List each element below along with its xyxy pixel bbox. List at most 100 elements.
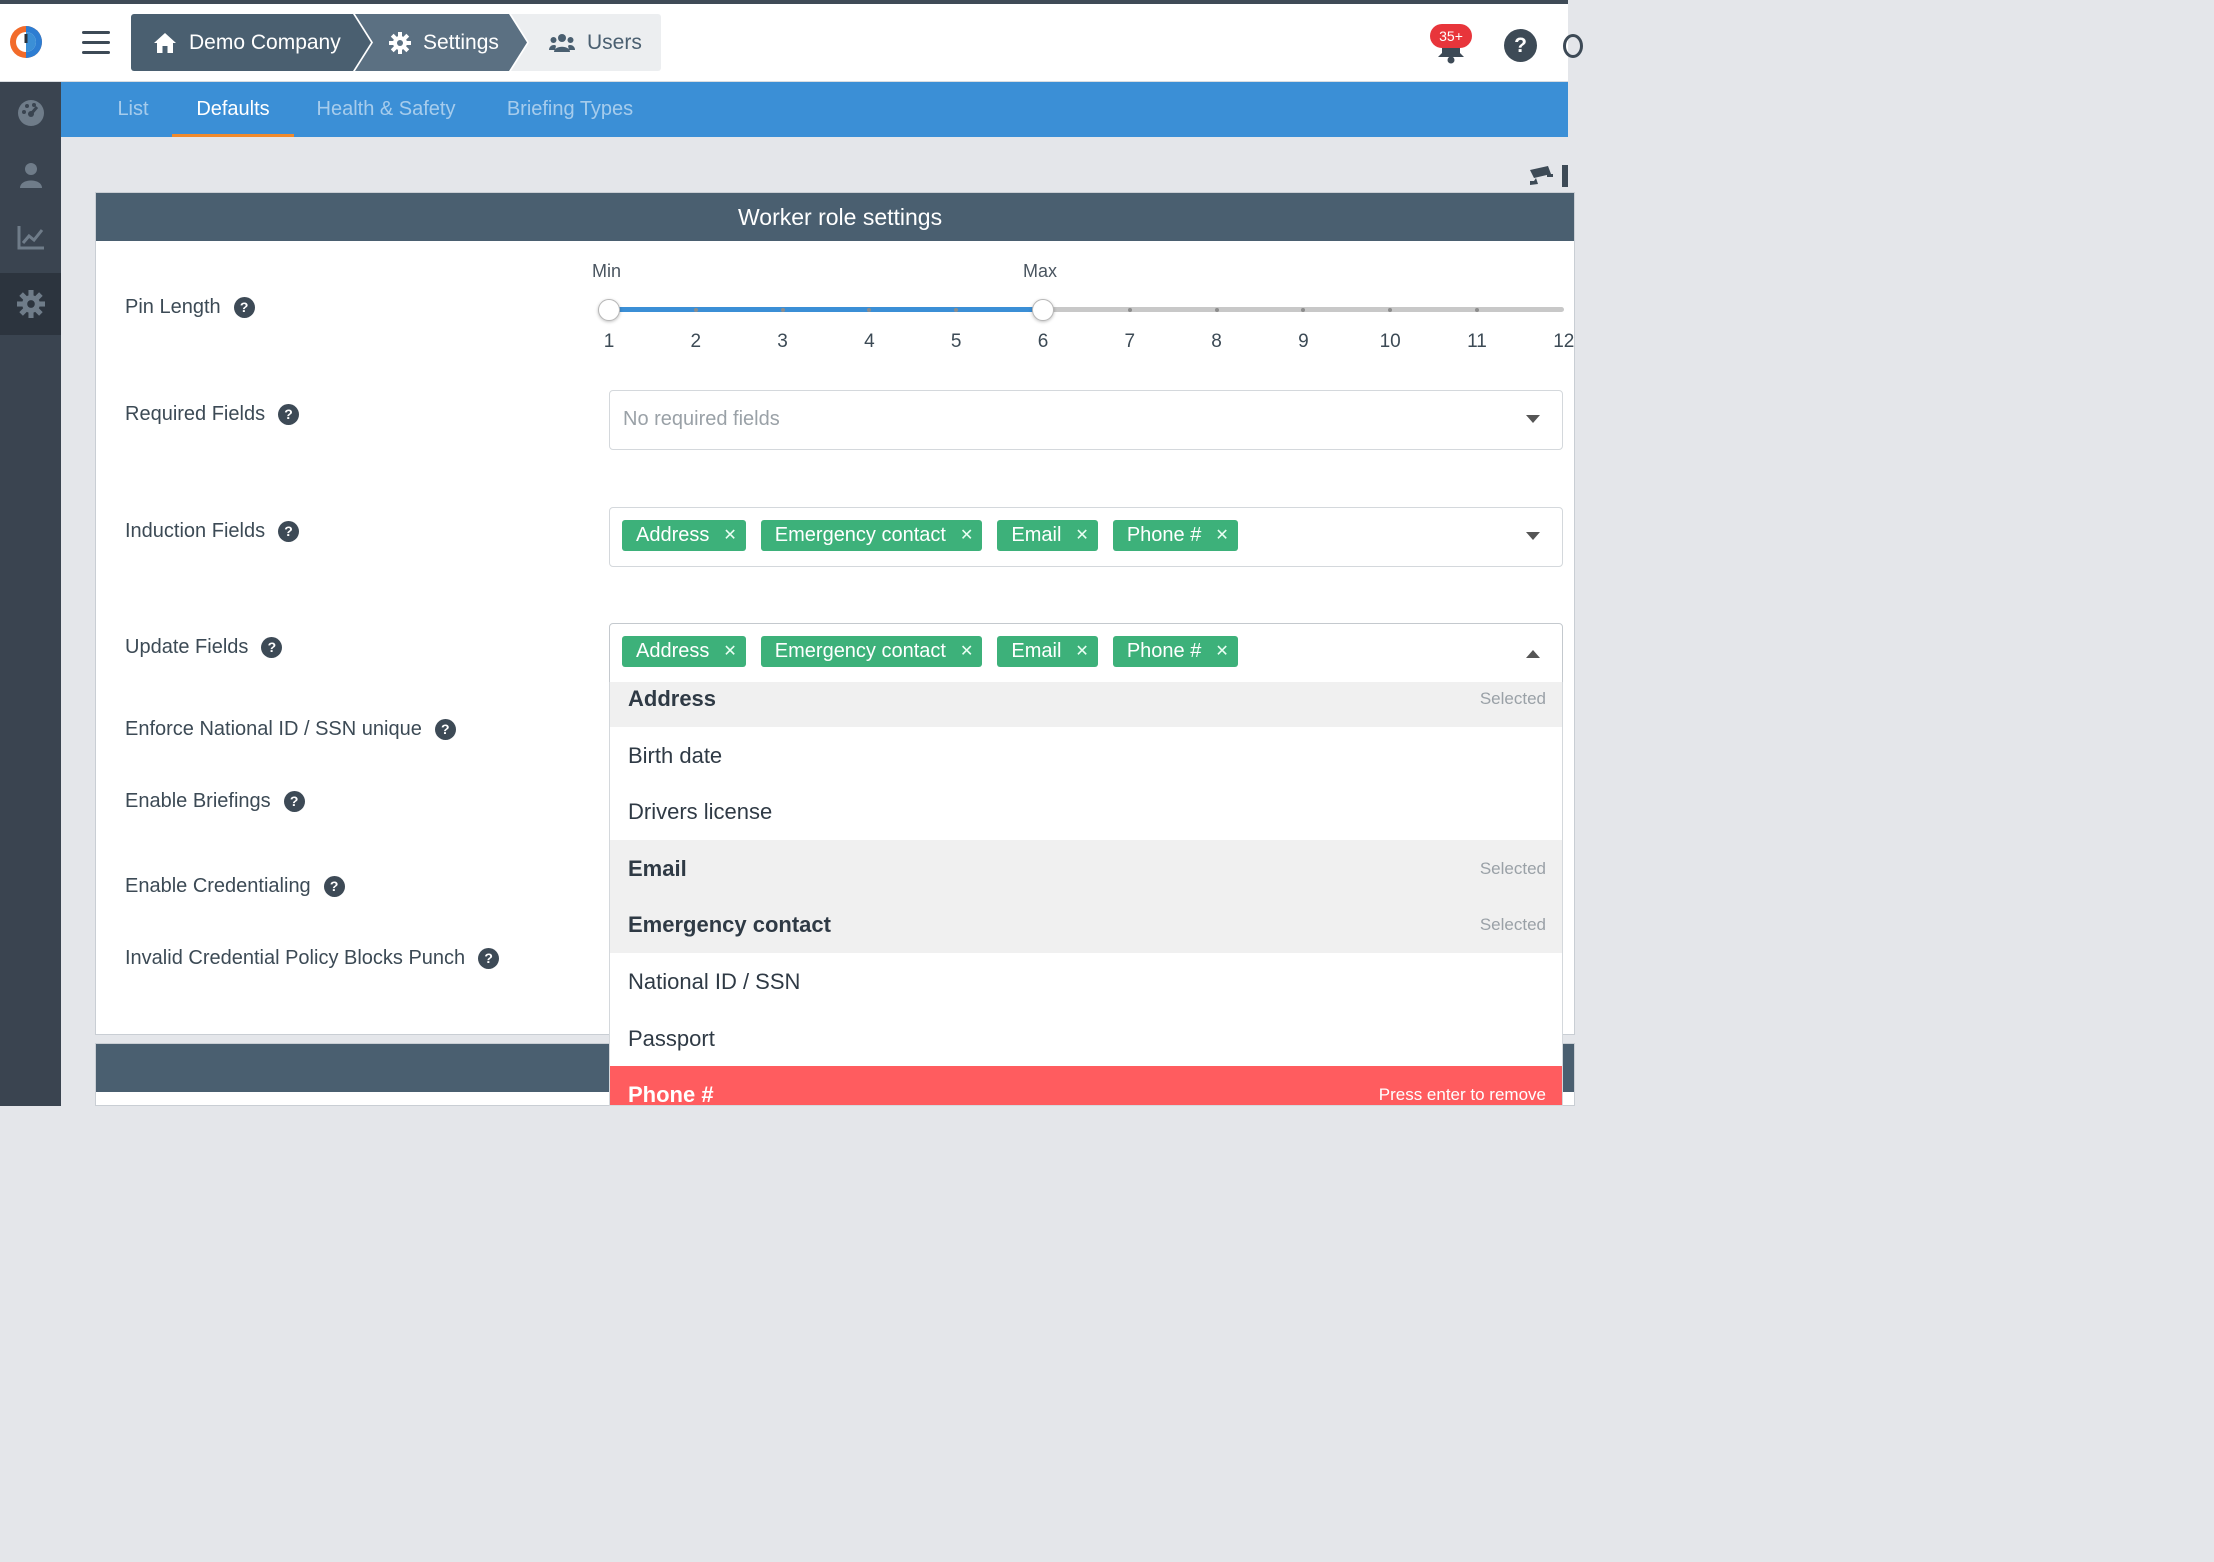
- chevron-down-icon: [1526, 415, 1540, 423]
- sidebar-item-dashboard[interactable]: [0, 82, 61, 144]
- notifications-badge[interactable]: 35+: [1430, 24, 1472, 48]
- breadcrumb-users-label: Users: [587, 30, 642, 54]
- tag-email: Email ✕: [997, 520, 1098, 551]
- sidebar-item-settings[interactable]: [0, 273, 61, 335]
- update-fields-label: Update Fields: [125, 636, 249, 658]
- hamburger-line: [82, 51, 110, 54]
- slider-tick-label: 9: [1298, 331, 1309, 352]
- remove-tag-icon[interactable]: ✕: [1215, 636, 1228, 667]
- breadcrumb-settings-label: Settings: [423, 30, 499, 54]
- remove-tag-icon[interactable]: ✕: [1215, 520, 1228, 551]
- tag-label: Emergency contact: [774, 524, 946, 546]
- user-menu-icon[interactable]: [1563, 34, 1583, 58]
- tab-defaults[interactable]: Defaults: [172, 82, 294, 137]
- pin-length-help-icon[interactable]: ?: [233, 297, 255, 318]
- tag-address: Address ✕: [622, 520, 746, 551]
- user-icon: [19, 163, 42, 188]
- remove-tag-icon[interactable]: ✕: [723, 520, 736, 551]
- security-camera-icon[interactable]: [1528, 164, 1554, 188]
- gear-icon: [389, 31, 411, 54]
- breadcrumb-users[interactable]: Users: [511, 14, 661, 71]
- required-fields-help-icon[interactable]: ?: [278, 404, 300, 425]
- option-phone[interactable]: Phone # Press enter to remove: [610, 1066, 1562, 1106]
- info-icon[interactable]: [1562, 165, 1568, 187]
- update-fields-dropdown: Address Selected Birth date Drivers lice…: [609, 682, 1563, 1106]
- invalid-credential-help-icon[interactable]: ?: [478, 948, 500, 969]
- update-fields-row: Update Fields ?: [125, 636, 283, 659]
- tag-address: Address ✕: [622, 636, 746, 667]
- tag-label: Email: [1011, 524, 1062, 546]
- option-national-id[interactable]: National ID / SSN: [610, 953, 1562, 1010]
- sidebar-item-reports[interactable]: [0, 206, 61, 268]
- invalid-credential-row: Invalid Credential Policy Blocks Punch ?: [125, 947, 500, 970]
- breadcrumb-company[interactable]: Demo Company: [131, 14, 371, 71]
- remove-tag-icon[interactable]: ✕: [960, 520, 973, 551]
- sidebar-item-users[interactable]: [0, 144, 61, 206]
- enable-credentialing-label: Enable Credentialing: [125, 875, 311, 897]
- panel-title: Worker role settings: [96, 193, 1574, 241]
- slider-min-handle[interactable]: [598, 299, 620, 321]
- slider-tick-label: 2: [690, 331, 702, 352]
- dashboard-icon: [17, 100, 44, 126]
- required-fields-select[interactable]: No required fields: [609, 390, 1563, 450]
- enable-credentialing-help-icon[interactable]: ?: [323, 876, 345, 897]
- remove-tag-icon[interactable]: ✕: [1075, 520, 1088, 551]
- slider-tick-label: 10: [1379, 331, 1401, 352]
- tab-briefing-types[interactable]: Briefing Types: [501, 82, 639, 137]
- app-logo-icon[interactable]: [8, 24, 44, 60]
- slider-min-label: Min: [592, 261, 622, 281]
- home-icon: [153, 32, 177, 54]
- gear-icon: [16, 290, 45, 318]
- menu-toggle-button[interactable]: [82, 31, 110, 55]
- update-fields-help-icon[interactable]: ?: [261, 637, 283, 658]
- option-label: Phone #: [628, 1081, 714, 1106]
- breadcrumb-company-label: Demo Company: [189, 30, 341, 54]
- induction-fields-select[interactable]: Address ✕ Emergency contact ✕ Email ✕ Phone…: [609, 507, 1563, 567]
- chevron-up-icon: [1526, 650, 1540, 658]
- option-hint: Selected: [1479, 688, 1546, 708]
- option-address[interactable]: Address Selected: [610, 682, 1562, 727]
- hamburger-line: [82, 41, 110, 44]
- slider-max-handle[interactable]: [1032, 299, 1054, 321]
- pin-length-label: Pin Length: [125, 296, 221, 318]
- tag-label: Email: [1011, 640, 1062, 662]
- sidebar: [0, 82, 61, 1106]
- tab-health-safety[interactable]: Health & Safety: [311, 82, 461, 137]
- tab-list[interactable]: List: [109, 82, 157, 137]
- option-birth-date[interactable]: Birth date: [610, 727, 1562, 784]
- option-email[interactable]: Email Selected: [610, 840, 1562, 897]
- top-bar: Demo Company Settings Users 35+ ?: [0, 4, 1583, 82]
- enforce-ssn-row: Enforce National ID / SSN unique ?: [125, 718, 456, 741]
- tag-label: Address: [636, 640, 710, 662]
- induction-fields-help-icon[interactable]: ?: [278, 521, 300, 542]
- option-label: Passport: [628, 1025, 715, 1051]
- breadcrumb-settings[interactable]: Settings: [355, 14, 527, 71]
- pin-length-row: Pin Length ?: [125, 296, 255, 319]
- tag-phone: Phone # ✕: [1112, 636, 1238, 667]
- remove-tag-icon[interactable]: ✕: [960, 636, 973, 667]
- induction-fields-label: Induction Fields: [125, 520, 266, 542]
- remove-tag-icon[interactable]: ✕: [1075, 636, 1088, 667]
- option-passport[interactable]: Passport: [610, 1010, 1562, 1067]
- slider-step-dot: [780, 308, 785, 312]
- option-emergency-contact[interactable]: Emergency contact Selected: [610, 896, 1562, 953]
- chart-icon: [17, 226, 44, 250]
- settings-tabs: List Defaults Health & Safety Briefing T…: [61, 82, 1568, 137]
- update-fields-select[interactable]: Address ✕ Emergency contact ✕ Email ✕ Phone…: [609, 623, 1563, 683]
- pin-length-slider-range: [609, 307, 1043, 312]
- tag-label: Phone #: [1126, 524, 1202, 546]
- option-label: Birth date: [628, 742, 723, 768]
- tag-emergency-contact: Emergency contact ✕: [760, 636, 983, 667]
- induction-fields-row: Induction Fields ?: [125, 520, 300, 543]
- enforce-ssn-help-icon[interactable]: ?: [434, 719, 456, 740]
- enable-briefings-help-icon[interactable]: ?: [283, 791, 305, 812]
- required-fields-label: Required Fields: [125, 403, 266, 425]
- option-drivers-license[interactable]: Drivers license: [610, 783, 1562, 840]
- remove-tag-icon[interactable]: ✕: [723, 636, 736, 667]
- chevron-down-icon: [1526, 532, 1540, 540]
- option-hint: Selected: [1479, 914, 1546, 934]
- enforce-ssn-label: Enforce National ID / SSN unique: [125, 718, 422, 740]
- tag-emergency-contact: Emergency contact ✕: [760, 520, 983, 551]
- option-hint: Selected: [1479, 858, 1546, 878]
- help-button[interactable]: ?: [1504, 29, 1537, 62]
